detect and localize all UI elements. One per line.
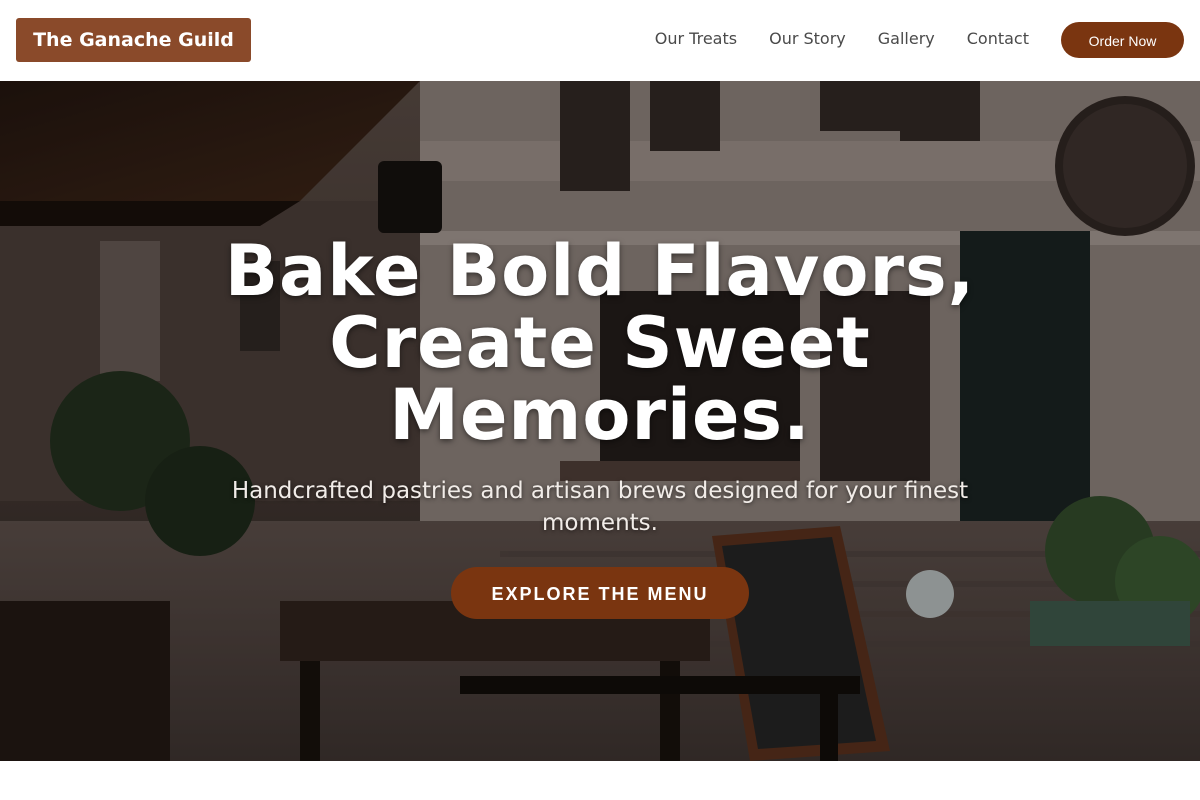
hero-heading-line-1: Bake Bold Flavors, (224, 230, 976, 312)
nav-link-contact[interactable]: Contact (967, 27, 1029, 51)
nav-link-gallery[interactable]: Gallery (878, 27, 935, 51)
explore-menu-button[interactable]: EXPLORE THE MENU (451, 567, 749, 619)
order-now-button[interactable]: Order Now (1061, 22, 1184, 58)
nav-link-our-treats[interactable]: Our Treats (655, 27, 737, 51)
main-nav: Our Treats Our Story Gallery Contact (655, 27, 1029, 51)
hero-subtitle: Handcrafted pastries and artisan brews d… (231, 478, 969, 536)
hero-section: Bake Bold Flavors, Create Sweet Memories… (0, 81, 1200, 761)
top-navigation-bar: The Ganache Guild Our Treats Our Story G… (0, 0, 1200, 81)
hero-heading-line-2: Create Sweet (329, 302, 871, 384)
hero-content: Bake Bold Flavors, Create Sweet Memories… (0, 81, 1200, 761)
brand-logo[interactable]: The Ganache Guild (16, 18, 251, 62)
nav-link-our-story[interactable]: Our Story (769, 27, 846, 51)
hero-heading: Bake Bold Flavors, Create Sweet Memories… (150, 235, 1050, 451)
hero-heading-line-3: Memories. (389, 374, 811, 456)
page-bottom-area (0, 761, 1200, 800)
